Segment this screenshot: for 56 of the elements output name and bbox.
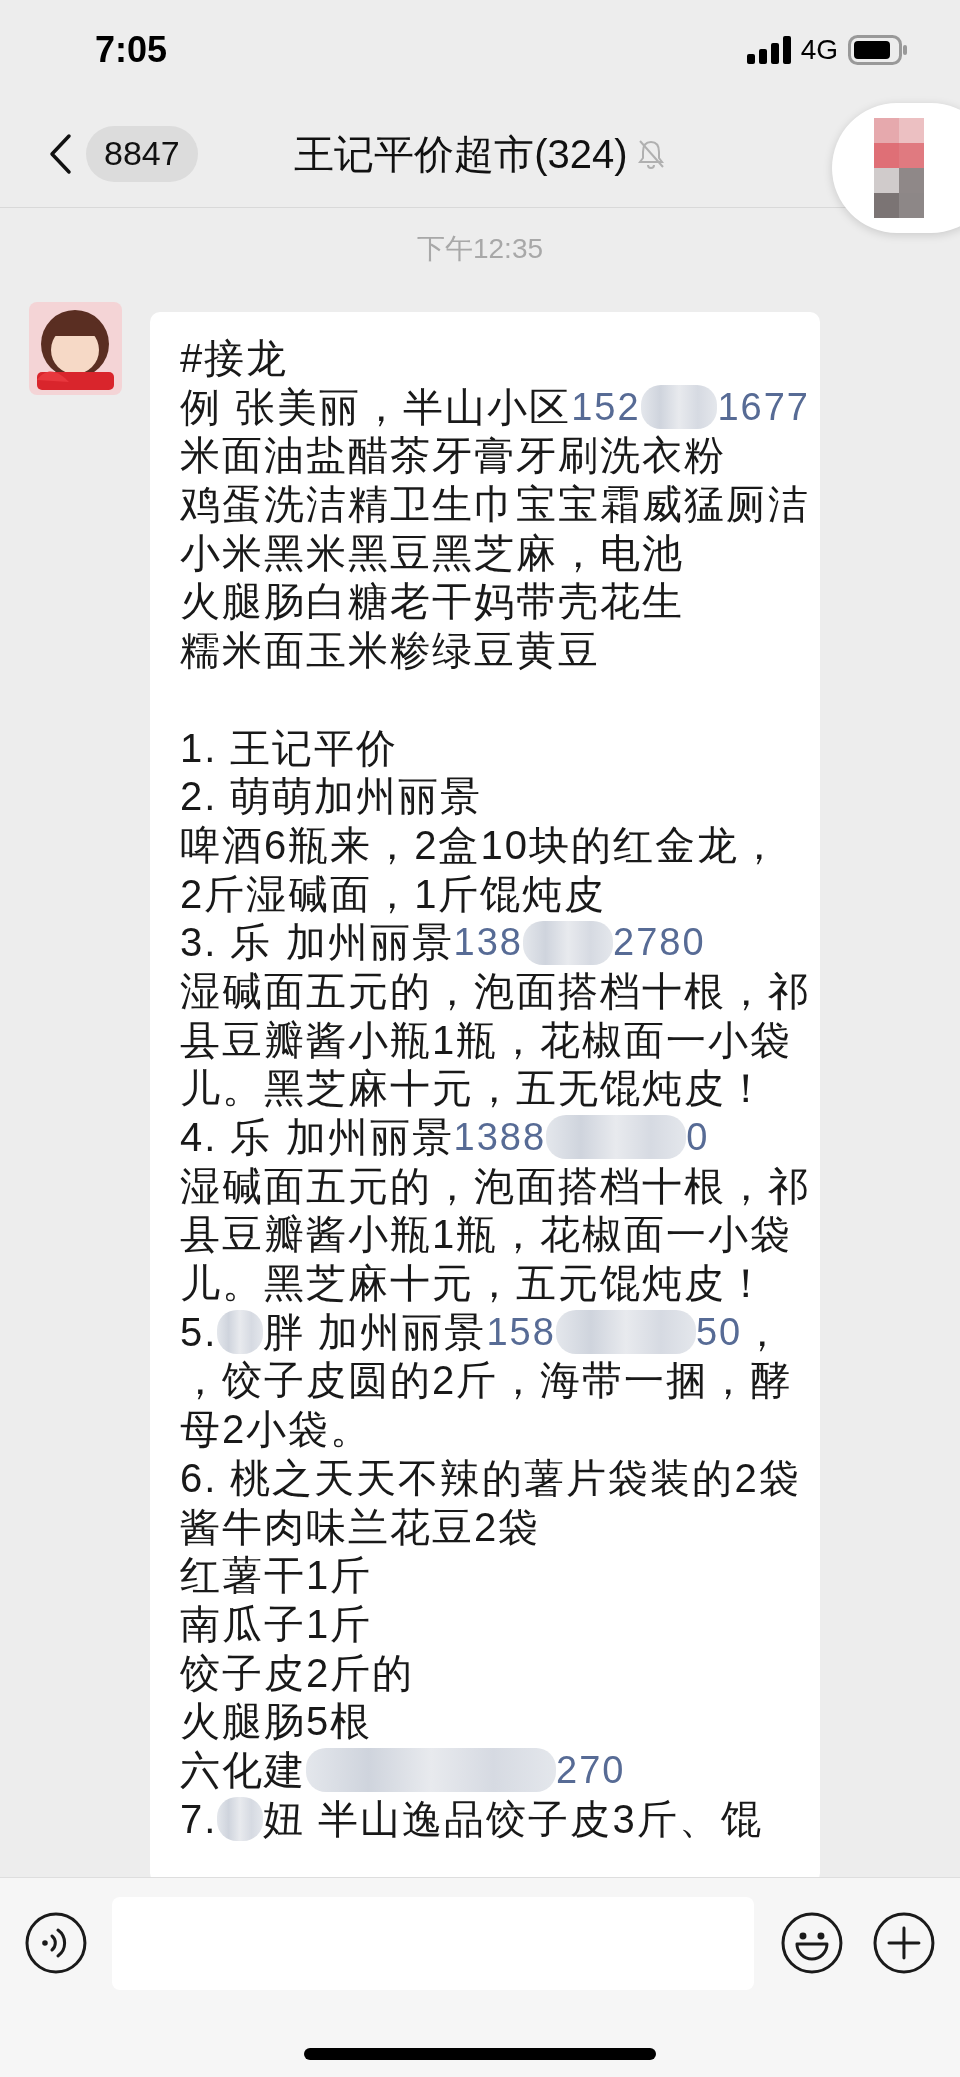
message-text: 县豆瓣酱小瓶1瓶，花椒面一小袋	[180, 1211, 793, 1259]
message-text: 4. 乐 加州丽景	[180, 1114, 454, 1161]
phone-link[interactable]: 158	[486, 1307, 556, 1357]
message-text: 糯米面玉米糁绿豆黄豆	[180, 627, 600, 675]
message-text: 县豆瓣酱小瓶1瓶，花椒面一小袋	[180, 1016, 793, 1064]
signal-icon	[746, 36, 791, 64]
message-text: ，	[742, 1308, 785, 1356]
message-text: 母2小袋。	[180, 1406, 373, 1454]
phone-link[interactable]: 138	[453, 918, 523, 967]
message-text: 米面油盐醋茶牙膏牙刷洗衣粉	[180, 432, 726, 480]
message-text: 6. 桃之天天不辣的薯片袋装的2袋	[180, 1454, 801, 1502]
message-text: 啤酒6瓶来，2盒10块的红金龙，	[180, 821, 781, 869]
message-text: #接龙	[180, 335, 289, 382]
message-text: 儿。黑芝麻十元，五无馄炖皮！	[180, 1065, 768, 1113]
message-text: 湿碱面五元的，泡面搭档十根，祁	[180, 1162, 810, 1210]
unread-count[interactable]: 8847	[86, 125, 198, 182]
phone-link[interactable]: 270	[556, 1745, 626, 1795]
add-icon[interactable]	[873, 1912, 935, 1974]
phone-link[interactable]: 1388	[453, 1113, 547, 1162]
message-text: 湿碱面五元的，泡面搭档十根，祁	[180, 967, 810, 1015]
message-text: 1. 王记平价	[180, 724, 399, 772]
message-text: 红薯干1斤	[180, 1552, 373, 1600]
message-text: ，饺子皮圆的2斤，海带一捆，酵	[180, 1357, 793, 1405]
network-label: 4G	[800, 33, 838, 67]
status-time: 7:05	[95, 28, 168, 72]
phone-link[interactable]: 50	[695, 1307, 743, 1357]
message-text: 7.	[180, 1795, 218, 1843]
message-text: 鸡蛋洗洁精卫生巾宝宝霜威猛厕洁	[180, 481, 810, 529]
battery-icon	[848, 35, 908, 65]
message-text: 胖 加州丽景	[263, 1308, 487, 1356]
emoji-icon[interactable]	[781, 1912, 844, 1974]
message-text: 2. 萌萌加州丽景	[180, 773, 483, 821]
message-text: 3. 乐 加州丽景	[180, 919, 454, 967]
message-text: 南瓜子1斤	[180, 1600, 373, 1648]
message-text: 妞 半山逸品饺子皮3斤、馄	[263, 1795, 763, 1843]
pixelated-avatar[interactable]	[832, 103, 960, 233]
phone-link[interactable]: 2780	[613, 918, 706, 967]
blur-mask	[217, 1310, 264, 1355]
message-text: 2斤湿碱面，1斤馄炖皮	[180, 870, 607, 918]
back-icon[interactable]	[48, 132, 72, 175]
phone-link[interactable]: 152	[571, 382, 641, 432]
blur-mask	[217, 1796, 264, 1841]
message-text: 火腿肠白糖老干妈带壳花生	[180, 578, 684, 626]
message-text: 六化建	[180, 1746, 306, 1794]
message-text: 儿。黑芝麻十元，五元馄炖皮！	[180, 1260, 768, 1308]
message-timestamp: 下午12:35	[416, 232, 544, 266]
phone-link[interactable]: 1677	[717, 382, 810, 432]
voice-icon[interactable]	[25, 1912, 87, 1974]
message-text: 5.	[180, 1308, 218, 1356]
chat-title: 王记平价超市(324)	[294, 130, 628, 178]
message-text: 小米黑米黑豆黑芝麻，电池	[180, 529, 684, 577]
message-text: 例 张美丽，半山小区	[180, 383, 572, 431]
message-text: 酱牛肉味兰花豆2袋	[180, 1503, 541, 1551]
phone-link[interactable]: 0	[686, 1113, 710, 1162]
message-text: 火腿肠5根	[180, 1698, 373, 1746]
message-text: 饺子皮2斤的	[180, 1649, 415, 1697]
